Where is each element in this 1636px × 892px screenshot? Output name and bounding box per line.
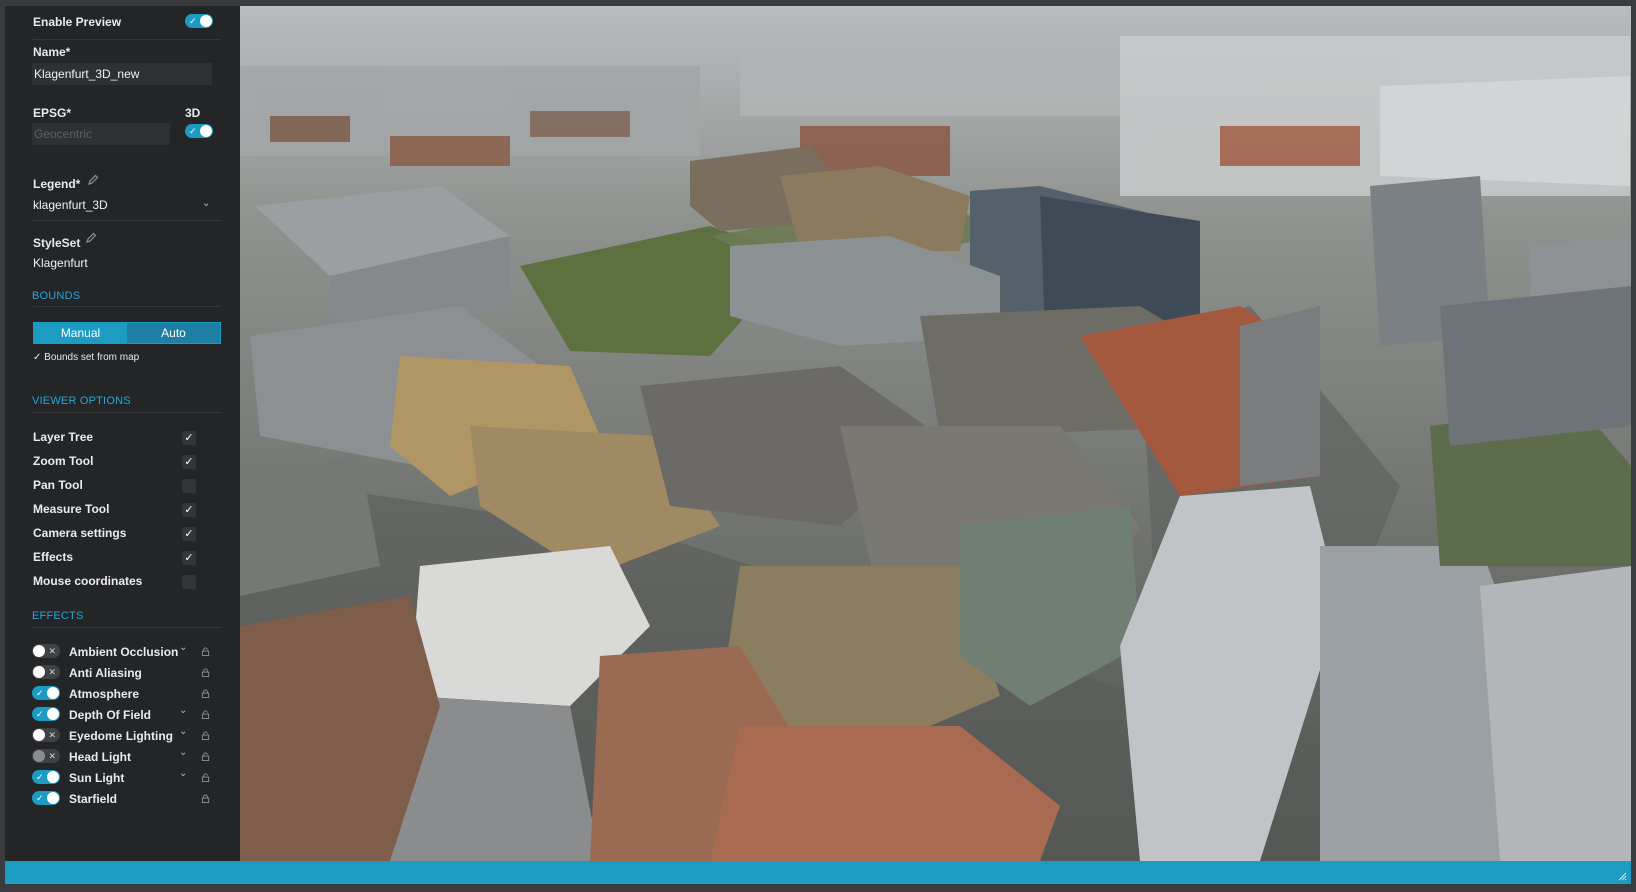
viewer-option-checkbox[interactable]: ✓	[182, 527, 196, 541]
effect-label: Head Light	[69, 750, 131, 764]
check-icon: ✓	[184, 432, 194, 444]
divider	[33, 220, 221, 221]
pencil-icon[interactable]	[87, 174, 99, 186]
effect-label: Depth Of Field	[69, 708, 151, 722]
chevron-down-icon[interactable]: ⌄	[179, 642, 187, 653]
check-icon: ✓	[184, 552, 194, 564]
viewer-option-checkbox[interactable]: ✓	[182, 503, 196, 517]
viewer-option-label: Mouse coordinates	[33, 574, 143, 588]
effect-toggle[interactable]: ✕	[32, 665, 60, 679]
chevron-down-icon[interactable]: ⌄	[179, 705, 187, 716]
bounds-section-title: BOUNDS	[32, 290, 81, 302]
effect-label: Anti Aliasing	[69, 666, 142, 680]
status-bar	[5, 861, 1631, 884]
viewer-option-checkbox[interactable]	[182, 479, 196, 493]
effect-toggle[interactable]: ✕	[32, 644, 60, 658]
styleset-value: Klagenfurt	[33, 256, 88, 270]
chevron-down-icon[interactable]: ⌄	[179, 726, 187, 737]
viewer-option-checkbox[interactable]	[182, 575, 196, 589]
close-icon: ✕	[48, 667, 56, 677]
lock-icon[interactable]	[201, 647, 210, 656]
check-icon: ✓	[36, 688, 44, 698]
viewer-option-checkbox[interactable]: ✓	[182, 431, 196, 445]
viewer-option-checkbox[interactable]: ✓	[182, 551, 196, 565]
effect-label: Atmosphere	[69, 687, 140, 701]
effect-label: Sun Light	[69, 771, 125, 785]
effect-toggle[interactable]: ✓	[32, 686, 60, 700]
lock-icon[interactable]	[201, 710, 210, 719]
viewer-options-section-title: VIEWER OPTIONS	[32, 395, 131, 407]
effect-toggle[interactable]: ✕	[32, 728, 60, 742]
3d-city-scene	[240, 6, 1631, 861]
effect-toggle[interactable]: ✓	[32, 770, 60, 784]
check-icon: ✓	[184, 456, 194, 468]
app-window: Enable Preview ✓ Name* EPSG* 3D ✓ Legend…	[5, 6, 1631, 884]
legend-label: Legend*	[33, 177, 81, 191]
epsg-label: EPSG*	[33, 106, 72, 120]
effect-toggle[interactable]: ✓	[32, 707, 60, 721]
chevron-down-icon[interactable]: ⌄	[179, 747, 187, 758]
effect-label: Eyedome Lighting	[69, 729, 174, 743]
epsg-input[interactable]	[32, 123, 170, 145]
viewer-option-label: Camera settings	[33, 526, 127, 540]
check-icon: ✓	[36, 709, 44, 719]
divider	[33, 39, 221, 40]
bounds-mode-switch: Manual Auto	[33, 322, 221, 344]
lock-icon[interactable]	[201, 689, 210, 698]
lock-icon[interactable]	[201, 731, 210, 740]
check-icon: ✓	[184, 528, 194, 540]
effect-toggle[interactable]: ✕	[32, 749, 60, 763]
bounds-auto-button[interactable]: Auto	[127, 323, 220, 343]
effect-toggle[interactable]: ✓	[32, 791, 60, 805]
viewer-option-label: Pan Tool	[33, 478, 83, 492]
check-icon: ✓	[184, 504, 194, 516]
name-field-wrap	[32, 63, 212, 85]
lock-icon[interactable]	[201, 752, 210, 761]
chevron-down-icon[interactable]: ⌄	[179, 768, 187, 779]
styleset-label: StyleSet	[33, 236, 81, 250]
close-icon: ✕	[48, 730, 56, 740]
pencil-icon[interactable]	[85, 232, 97, 244]
chevron-down-icon[interactable]: ⌄	[202, 198, 210, 209]
lock-icon[interactable]	[201, 773, 210, 782]
lock-icon[interactable]	[201, 794, 210, 803]
epsg-field-wrap	[32, 123, 170, 145]
lock-icon[interactable]	[201, 668, 210, 677]
viewer-option-checkbox[interactable]: ✓	[182, 455, 196, 469]
viewer-option-label: Effects	[33, 550, 74, 564]
legend-select-value[interactable]: klagenfurt_3D	[33, 198, 108, 212]
check-icon: ✓	[36, 793, 44, 803]
name-input[interactable]	[32, 63, 212, 85]
close-icon: ✕	[48, 751, 56, 761]
name-label: Name*	[33, 45, 71, 59]
divider	[33, 627, 221, 628]
settings-sidebar: Enable Preview ✓ Name* EPSG* 3D ✓ Legend…	[5, 6, 240, 861]
check-icon: ✓	[36, 772, 44, 782]
3d-toggle-label: 3D	[185, 106, 201, 120]
divider	[33, 306, 221, 307]
enable-preview-label: Enable Preview	[33, 15, 122, 29]
3d-toggle[interactable]: ✓	[185, 124, 213, 138]
bounds-note: ✓ Bounds set from map	[33, 352, 140, 363]
effects-section-title: EFFECTS	[32, 610, 84, 622]
check-icon: ✓	[189, 16, 197, 26]
viewer-option-label: Measure Tool	[33, 502, 110, 516]
bounds-manual-button[interactable]: Manual	[34, 323, 127, 343]
effect-label: Ambient Occlusion	[69, 645, 179, 659]
viewer-option-label: Layer Tree	[33, 430, 94, 444]
enable-preview-toggle[interactable]: ✓	[185, 14, 213, 28]
effect-label: Starfield	[69, 792, 118, 806]
3d-map-viewport[interactable]	[240, 6, 1631, 861]
viewer-option-label: Zoom Tool	[33, 454, 94, 468]
check-icon: ✓	[189, 126, 197, 136]
close-icon: ✕	[48, 646, 56, 656]
resize-grip-icon[interactable]	[1617, 871, 1627, 881]
divider	[33, 412, 221, 413]
